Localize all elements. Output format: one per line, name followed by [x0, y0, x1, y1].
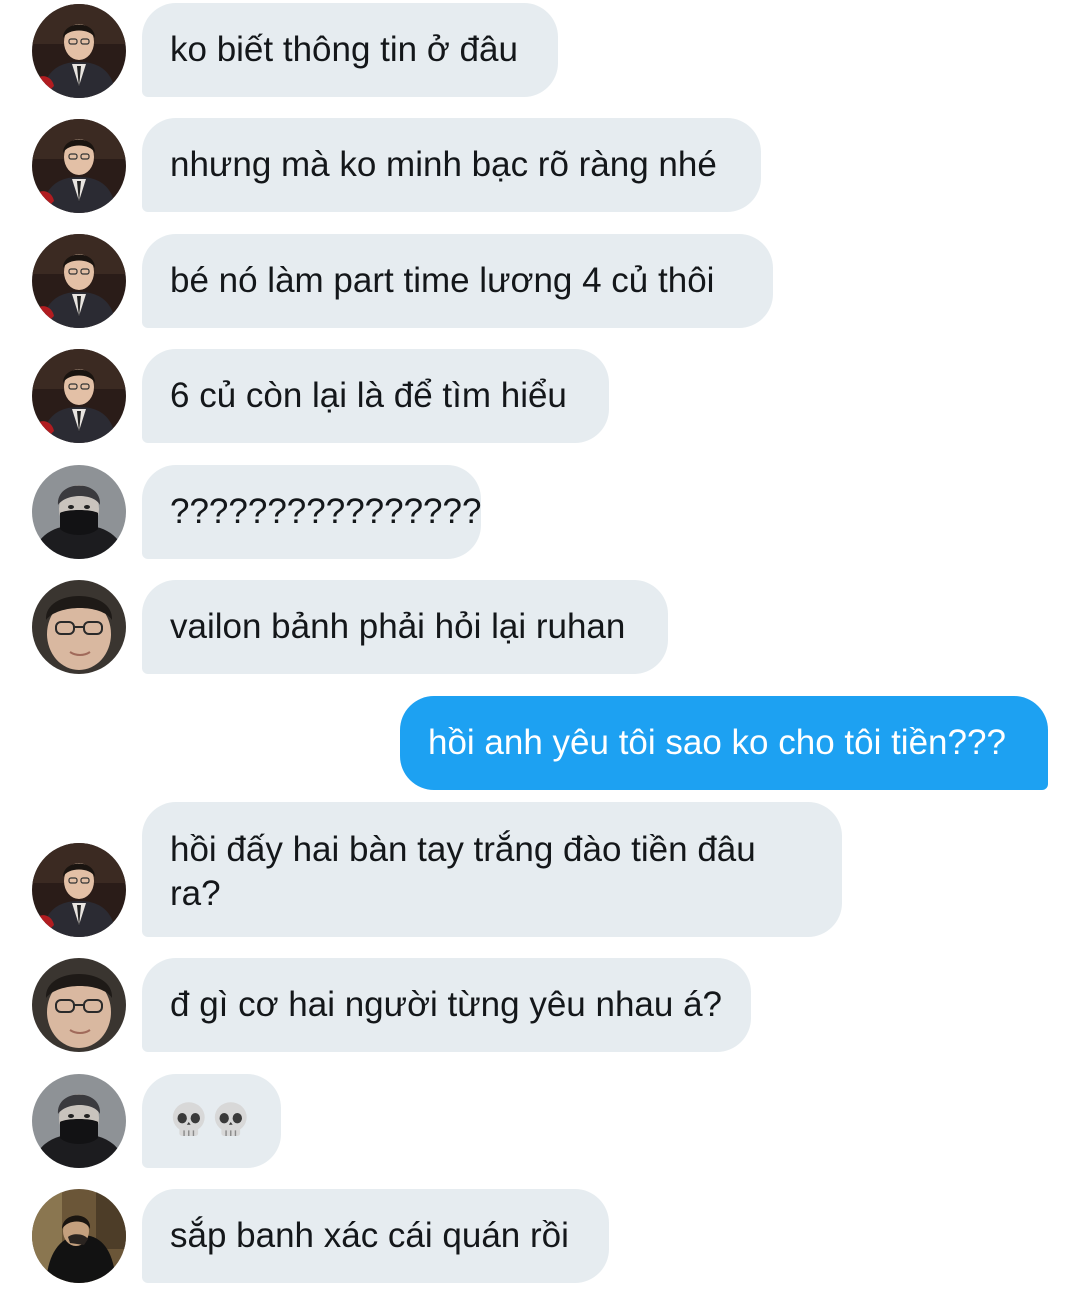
message-text: ko biết thông tin ở đâu [170, 30, 518, 69]
message-bubble-sent[interactable]: hồi anh yêu tôi sao ko cho tôi tiền??? [400, 696, 1048, 790]
message-text: ???????????????? [170, 492, 482, 531]
avatar[interactable] [32, 349, 126, 443]
avatar[interactable] [32, 465, 126, 559]
message-text: hồi đấy hai bàn tay trắng đào tiền đâu r… [170, 830, 756, 913]
avatar[interactable] [32, 1074, 126, 1168]
message-text: bé nó làm part time lương 4 củ thôi [170, 261, 715, 300]
avatar[interactable] [32, 958, 126, 1052]
message-bubble[interactable] [142, 1074, 281, 1168]
message-bubble[interactable]: sắp banh xác cái quán rồi [142, 1189, 609, 1283]
message-bubble[interactable]: 6 củ còn lại là để tìm hiểu [142, 349, 609, 443]
avatar[interactable] [32, 119, 126, 213]
message-bubble[interactable]: ko biết thông tin ở đâu [142, 3, 558, 97]
message-bubble[interactable]: bé nó làm part time lương 4 củ thôi [142, 234, 773, 328]
message-text: nhưng mà ko minh bạc rõ ràng nhé [170, 145, 717, 184]
avatar[interactable] [32, 234, 126, 328]
message-text: đ gì cơ hai người từng yêu nhau á? [170, 985, 723, 1024]
avatar[interactable] [32, 4, 126, 98]
avatar[interactable] [32, 1189, 126, 1283]
message-bubble[interactable]: vailon bảnh phải hỏi lại ruhan [142, 580, 668, 674]
skull-emoji-icon [170, 1099, 208, 1143]
avatar[interactable] [32, 843, 126, 937]
message-bubble[interactable]: hồi đấy hai bàn tay trắng đào tiền đâu r… [142, 802, 842, 937]
message-bubble[interactable]: ???????????????? [142, 465, 481, 559]
message-text: 6 củ còn lại là để tìm hiểu [170, 376, 567, 415]
avatar[interactable] [32, 580, 126, 674]
message-text: hồi anh yêu tôi sao ko cho tôi tiền??? [428, 723, 1006, 762]
message-bubble[interactable]: đ gì cơ hai người từng yêu nhau á? [142, 958, 751, 1052]
message-text: sắp banh xác cái quán rồi [170, 1216, 569, 1255]
message-bubble[interactable]: nhưng mà ko minh bạc rõ ràng nhé [142, 118, 761, 212]
message-text: vailon bảnh phải hỏi lại ruhan [170, 607, 626, 646]
skull-emoji-icon [212, 1099, 250, 1143]
